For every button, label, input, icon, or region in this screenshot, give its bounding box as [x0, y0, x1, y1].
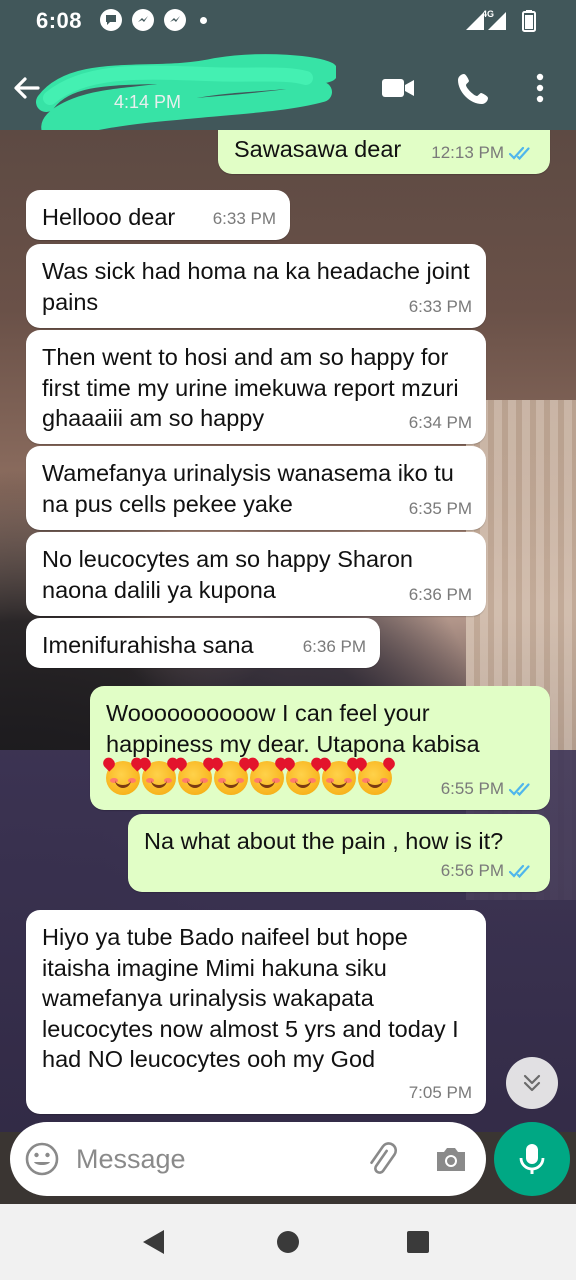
chat-header: 4:14 PM [0, 46, 576, 136]
messenger-icon [132, 9, 154, 31]
signal-4g-icon: 4G [464, 9, 510, 32]
message-incoming[interactable]: Then went to hosi and am so happy for fi… [26, 330, 486, 444]
smiling-face-with-hearts-icon [250, 761, 284, 795]
message-time: 7:05 PM [408, 1082, 472, 1102]
phone-icon[interactable] [456, 70, 492, 106]
nav-back-icon[interactable] [138, 1226, 170, 1258]
message-meta: 6:55 PM [441, 774, 536, 805]
message-meta: 7:05 PM [409, 1078, 472, 1109]
message-outgoing[interactable]: Sawasawa dear 12:13 PM [218, 130, 550, 174]
message-time: 6:56 PM [440, 860, 504, 880]
notification-icons [100, 9, 207, 31]
message-text: Woooooooooow I can feel your happiness m… [106, 700, 480, 757]
message-meta: 6:36 PM [409, 580, 472, 611]
smiling-face-with-hearts-icon [286, 761, 320, 795]
read-ticks-icon [508, 782, 530, 796]
message-time: 6:33 PM [212, 208, 276, 228]
message-time: 6:36 PM [408, 584, 472, 604]
chat-background[interactable]: Sawasawa dear 12:13 PM Hellooo dear 6:33… [0, 130, 576, 1132]
message-meta: 12:13 PM [431, 138, 536, 169]
more-notifications-dot-icon [200, 16, 207, 24]
messenger-icon [164, 9, 186, 31]
read-ticks-icon [508, 146, 530, 160]
message-incoming[interactable]: Hellooo dear 6:33 PM [26, 190, 290, 240]
smiling-face-with-hearts-icon [106, 761, 140, 795]
smiling-face-with-hearts-icon [142, 761, 176, 795]
read-ticks-icon [508, 864, 530, 878]
message-incoming[interactable]: Imenifurahisha sana 6:36 PM [26, 618, 380, 668]
status-right: 4G [464, 9, 536, 37]
message-meta: 6:33 PM [409, 292, 472, 323]
message-incoming[interactable]: No leucocytes am so happy Sharon naona d… [26, 532, 486, 616]
system-navigation-bar [0, 1204, 576, 1280]
message-time: 6:55 PM [440, 778, 504, 798]
message-text: Was sick had homa na ka headache joint p… [42, 258, 470, 315]
message-meta: 6:56 PM [441, 856, 536, 887]
message-outgoing[interactable]: Woooooooooow I can feel your happiness m… [90, 686, 550, 810]
message-incoming[interactable]: Hiyo ya tube Bado naifeel but hope itais… [26, 910, 486, 1114]
message-incoming[interactable]: Wamefanya urinalysis wanasema iko tu na … [26, 446, 486, 530]
message-time: 6:35 PM [408, 498, 472, 518]
emoji-icon[interactable] [24, 1141, 60, 1177]
smiling-face-with-hearts-icon [358, 761, 392, 795]
message-time: 6:33 PM [408, 296, 472, 316]
network-type-label: 4G [482, 9, 495, 19]
message-time: 6:36 PM [302, 636, 366, 656]
message-time: 6:34 PM [408, 412, 472, 432]
message-meta: 6:34 PM [409, 408, 472, 439]
status-bar: 6:08 4G [0, 0, 576, 46]
voice-record-button[interactable] [494, 1122, 570, 1196]
message-incoming[interactable]: Was sick had homa na ka headache joint p… [26, 244, 486, 328]
message-input[interactable] [76, 1140, 356, 1178]
scroll-to-bottom-button[interactable] [506, 1057, 558, 1109]
message-composer [10, 1122, 486, 1196]
message-meta: 6:33 PM [213, 204, 276, 235]
message-text: Na what about the pain , how is it? [144, 828, 504, 854]
battery-icon [522, 10, 536, 37]
last-seen-time: 4:14 PM [114, 92, 182, 112]
message-outgoing[interactable]: Na what about the pain , how is it? 6:56… [128, 814, 550, 892]
message-time: 12:13 PM [431, 142, 504, 162]
smiling-face-with-hearts-icon [214, 761, 248, 795]
nav-home-icon[interactable] [272, 1226, 304, 1258]
message-meta: 6:35 PM [409, 494, 472, 525]
chat-bubble-icon [100, 9, 122, 31]
video-call-icon[interactable] [380, 70, 416, 106]
message-meta: 6:36 PM [303, 632, 366, 663]
camera-icon[interactable] [432, 1140, 470, 1178]
smiling-face-with-hearts-icon [322, 761, 356, 795]
smiling-face-with-hearts-icon [178, 761, 212, 795]
nav-recents-icon[interactable] [402, 1226, 434, 1258]
message-text: No leucocytes am so happy Sharon naona d… [42, 546, 413, 603]
message-text: Hiyo ya tube Bado naifeel but hope itais… [42, 924, 459, 1072]
redacted-contact-scribble[interactable] [36, 52, 336, 136]
double-chevron-down-icon [523, 1074, 541, 1092]
status-time: 6:08 [36, 8, 83, 33]
microphone-icon [519, 1144, 545, 1174]
more-vert-icon[interactable] [522, 70, 558, 106]
paperclip-icon[interactable] [362, 1140, 400, 1178]
